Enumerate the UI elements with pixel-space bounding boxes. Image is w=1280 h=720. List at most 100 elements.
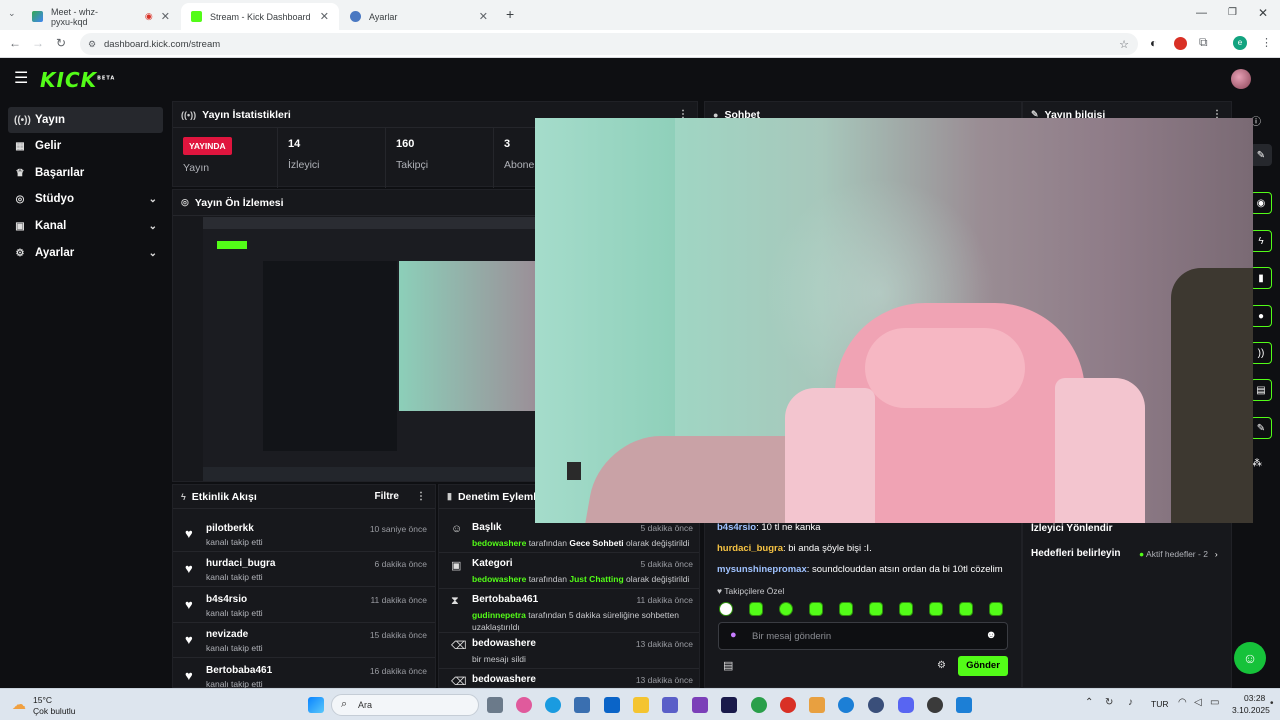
forward-icon[interactable]: → [32,36,44,50]
chat-username[interactable]: b4s4rsio [717,522,756,533]
sidebar-item-kanal[interactable]: ▣ Kanal ⌄ [8,213,163,239]
sidebar-item-studyo[interactable]: ◎ Stüdyo ⌄ [8,186,163,212]
app-icon[interactable] [956,697,972,713]
back-icon[interactable]: ← [9,36,21,50]
close-icon[interactable]: ✕ [161,10,170,23]
emote-icon[interactable] [929,602,943,616]
app-icon[interactable] [868,697,884,713]
close-icon[interactable]: ✕ [320,10,329,23]
kick-logo[interactable]: KICKBETA [40,68,115,92]
minimize-button[interactable]: — [1196,7,1207,19]
emote-icon[interactable] [869,602,883,616]
clock-date[interactable]: 3.10.2025 [1232,705,1270,715]
windows-start-icon[interactable] [308,697,324,713]
notification-icon[interactable]: • [1270,698,1274,709]
broadcast-icon[interactable]: )) [1250,342,1272,364]
emote-icon[interactable] [719,602,733,616]
window-close-button[interactable]: ✕ [1258,6,1268,20]
site-info-icon[interactable]: ⚙ [88,39,96,50]
clock-time[interactable]: 03:28 [1244,693,1265,703]
sidebar-item-yayin[interactable]: ((•)) Yayın [8,107,163,133]
filter-button[interactable]: Filtre [375,491,399,502]
activity-username[interactable]: nevizade [206,629,248,640]
store-icon[interactable] [574,697,590,713]
url-bar[interactable]: ⚙ dashboard.kick.com/stream ☆ [80,33,1138,55]
tab-search-icon[interactable]: ⌄ [8,8,16,19]
visual-studio-icon[interactable] [692,697,708,713]
chat-username[interactable]: hurdaci_bugra [717,543,783,554]
sidebar-item-gelir[interactable]: ▦ Gelir [8,133,163,159]
outlook-icon[interactable] [604,697,620,713]
reload-icon[interactable]: ↻ [56,36,66,50]
premiere-icon[interactable] [721,697,737,713]
chevron-up-icon[interactable]: ⌃ [1085,697,1093,708]
active-goals[interactable]: ● Aktif hedefler - 2 › [1139,549,1218,559]
bookmark-star-icon[interactable]: ☆ [1119,38,1129,51]
extension-icon[interactable] [1174,37,1187,50]
layers-icon[interactable]: ▤ [1250,379,1272,401]
emote-icon[interactable] [809,602,823,616]
edit-icon[interactable]: ✎ [1250,144,1272,166]
copilot-icon[interactable] [516,697,532,713]
moderator-name[interactable]: bedowashere [472,574,526,584]
file-explorer-icon[interactable] [633,697,649,713]
microphone-icon[interactable]: ● [730,629,737,641]
activity-username[interactable]: b4s4rsio [206,594,247,605]
moderator-name[interactable]: bedowashere [472,538,526,548]
chat-icon[interactable]: ● [1250,305,1272,327]
microphone-icon[interactable]: ♪ [1128,697,1133,708]
emote-icon[interactable] [839,602,853,616]
more-options-icon[interactable]: ⋮ [416,491,426,502]
moderator-name[interactable]: gudinnepetra [472,610,526,620]
emote-icon[interactable] [989,602,1003,616]
chrome-icon[interactable] [751,697,767,713]
restore-button[interactable]: ❐ [1228,7,1237,18]
wifi-icon[interactable]: ◠ [1178,697,1187,708]
app-icon[interactable] [838,697,854,713]
tab-kick-dashboard[interactable]: Stream - Kick Dashboard ✕ [181,3,339,30]
activity-username[interactable]: Bertobaba461 [206,665,272,676]
emoji-icon[interactable]: ☻ [985,629,997,641]
sidebar-item-ayarlar[interactable]: ⚙ Ayarlar ⌄ [8,240,163,266]
profile-avatar[interactable]: e [1233,36,1247,50]
document-icon[interactable]: ▮ [1250,267,1272,289]
activity-username[interactable]: pilotberkk [206,523,254,534]
app-icon[interactable] [809,697,825,713]
edge-icon[interactable] [545,697,561,713]
task-view-icon[interactable] [487,697,503,713]
battery-icon[interactable]: ▭ [1210,697,1219,708]
moderation-title[interactable]: Bertobaba461 [472,594,538,605]
volume-icon[interactable]: ◁ [1194,697,1202,708]
new-tab-button[interactable]: + [506,6,514,22]
chat-username[interactable]: mysunshinepromax [717,564,807,575]
store-icon[interactable]: ▤ [723,659,733,672]
wrench-icon[interactable]: ✎ [1250,417,1272,439]
sidebar-item-basarilar[interactable]: ♛ Başarılar [8,160,163,186]
moderation-title[interactable]: bedowashere [472,674,536,685]
browser-menu-icon[interactable]: ⋮ [1261,36,1272,49]
moderation-title[interactable]: bedowashere [472,638,536,649]
activity-username[interactable]: hurdaci_bugra [206,558,275,569]
preview-video[interactable] [203,217,543,481]
chat-input[interactable]: ● Bir mesaj gönderin ☻ [718,622,1008,650]
emote-icon[interactable] [899,602,913,616]
chat-settings-icon[interactable]: ⚙ [937,660,946,671]
close-icon[interactable]: ✕ [479,10,488,23]
emote-icon[interactable] [749,602,763,616]
yandex-icon[interactable] [780,697,796,713]
hamburger-menu-icon[interactable]: ☰ [14,68,28,88]
discord-icon[interactable] [898,697,914,713]
extensions-puzzle-icon[interactable]: ⧉ [1199,35,1208,50]
emote-icon[interactable] [779,602,793,616]
sync-icon[interactable]: ↻ [1105,697,1113,708]
support-chat-button[interactable]: ☺ [1234,642,1266,674]
app-icon[interactable] [927,697,943,713]
taskbar-search[interactable]: ⌕ Ara [331,694,479,716]
tab-ayarlar[interactable]: Ayarlar ✕ [340,3,498,30]
user-avatar[interactable] [1231,69,1251,89]
viewer-redirect-label[interactable]: İzleyici Yönlendir [1031,523,1113,534]
weather-widget[interactable]: ☁ 15°C Çok bulutlu [10,692,90,718]
capture-icon[interactable]: ◉ [1250,192,1272,214]
emote-icon[interactable] [959,602,973,616]
send-button[interactable]: Gönder [958,656,1008,676]
